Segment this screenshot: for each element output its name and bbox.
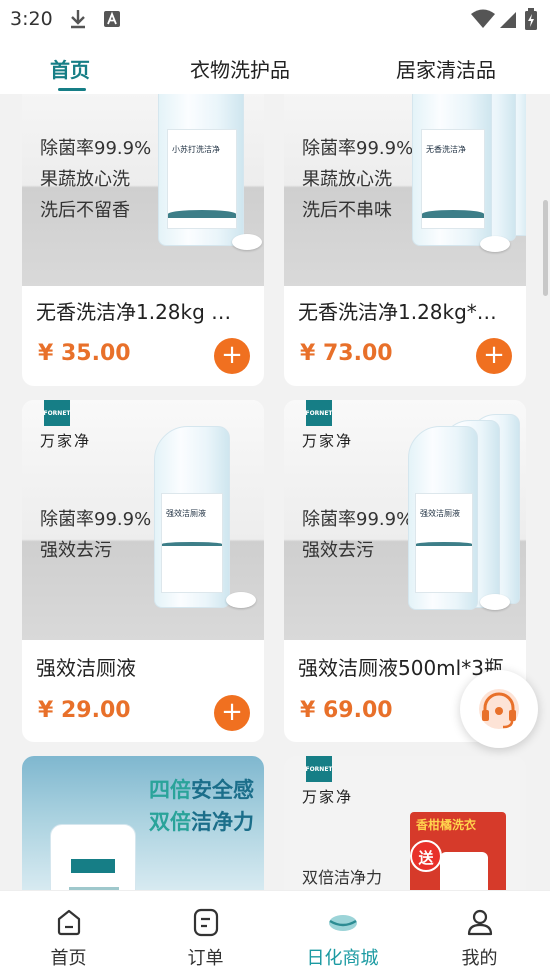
product-image: FORNET 万家净 除菌率99.9% 强效去污 强效洁厕液 — [22, 400, 264, 640]
product-image: FORNET 万家净 除菌率99.9% 强效去污 强效洁厕液 — [284, 400, 526, 640]
add-to-cart-button[interactable]: + — [214, 695, 250, 731]
tab-home-cleaning[interactable]: 居家清洁品 — [396, 54, 496, 83]
cell-signal-icon — [500, 12, 516, 28]
nav-label: 日化商城 — [306, 948, 379, 969]
image-text: 果蔬放心洗 — [40, 169, 130, 190]
wifi-icon — [471, 9, 495, 28]
home-icon — [57, 909, 81, 936]
battery-icon — [525, 8, 537, 30]
brand-logo: FORNET — [43, 400, 71, 426]
promo-line: 四倍安全感 — [149, 778, 254, 802]
tab-clothing-care[interactable]: 衣物洗护品 — [190, 54, 290, 83]
nav-home[interactable]: 首页 — [0, 891, 137, 979]
image-text: 强效去污 — [40, 540, 112, 561]
mall-icon — [329, 915, 357, 931]
flower-image — [480, 594, 510, 610]
nav-orders[interactable]: 订单 — [137, 891, 274, 979]
image-text: 除菌率99.9% — [40, 509, 152, 530]
gift-box-text: 香柑橘洗衣 — [416, 818, 477, 832]
nav-label: 首页 — [50, 948, 87, 969]
brand-logo: FORNET — [305, 756, 333, 782]
image-text: 除菌率99.9% — [40, 138, 152, 159]
product-image: 除菌率99.9% 果蔬放心洗 洗后不留香 小苏打洗洁净 — [22, 94, 264, 286]
nav-profile[interactable]: 我的 — [411, 891, 548, 979]
jug-image — [50, 824, 136, 890]
scrollbar[interactable] — [543, 200, 548, 296]
brand-logo: FORNET — [305, 400, 333, 426]
flower-image — [480, 236, 510, 252]
product-title: 无香洗洁净1.28kg*… — [298, 300, 497, 324]
image-text: 果蔬放心洗 — [302, 169, 392, 190]
product-card[interactable]: 除菌率99.9% 果蔬放心洗 洗后不留香 小苏打洗洁净 无香洗洁净1.28kg … — [22, 94, 264, 386]
image-text: 除菌率99.9% — [302, 138, 414, 159]
product-card[interactable]: 除菌率99.9% 果蔬放心洗 洗后不串味 无香洗洁净 无香洗洁净1.28kg*…… — [284, 94, 526, 386]
add-to-cart-button[interactable]: + — [214, 338, 250, 374]
category-tabs: 首页 衣物洗护品 居家清洁品 — [0, 38, 550, 94]
download-icon — [71, 10, 85, 29]
nav-mall[interactable]: 日化商城 — [274, 891, 411, 979]
image-text: 洗后不留香 — [40, 200, 130, 221]
bottle-image: 强效洁厕液 — [408, 426, 478, 610]
product-price: ¥ 29.00 — [38, 698, 131, 723]
bottom-nav: 首页 订单 日化商城 我的 — [0, 890, 550, 979]
tab-home[interactable]: 首页 — [50, 54, 90, 83]
product-title: 无香洗洁净1.28kg … — [36, 300, 232, 324]
keyboard-a-icon — [104, 11, 120, 27]
bottle-image: 强效洁厕液 — [154, 426, 230, 608]
product-price: ¥ 35.00 — [38, 341, 131, 366]
product-image: 除菌率99.9% 果蔬放心洗 洗后不串味 无香洗洁净 — [284, 94, 526, 286]
product-title: 强效洁厕液 — [36, 656, 136, 680]
gift-badge: 送 — [410, 840, 442, 872]
product-grid[interactable]: 除菌率99.9% 果蔬放心洗 洗后不留香 小苏打洗洁净 无香洗洁净1.28kg … — [0, 94, 550, 890]
profile-icon — [467, 909, 493, 936]
product-price: ¥ 73.00 — [300, 341, 393, 366]
image-text: 强效去污 — [302, 540, 374, 561]
status-bar: 3:20 — [0, 0, 550, 38]
customer-service-button[interactable] — [460, 670, 538, 748]
active-tab-indicator — [58, 88, 86, 91]
image-text: 双倍洁净力 — [302, 868, 383, 887]
product-price: ¥ 69.00 — [300, 698, 393, 723]
status-time: 3:20 — [10, 8, 53, 30]
nav-label: 订单 — [187, 948, 224, 969]
flower-image — [232, 234, 262, 250]
bottle-image: 小苏打洗洁净 — [158, 94, 244, 246]
brand-handwriting: 万家净 — [302, 788, 354, 806]
product-card[interactable]: FORNET 万家净 双倍洁净力 香柑橘洗衣 送 — [284, 756, 526, 890]
brand-handwriting: 万家净 — [40, 432, 92, 450]
image-text: 洗后不串味 — [302, 200, 392, 221]
product-card[interactable]: 四倍安全感 双倍洁净力 — [22, 756, 264, 890]
image-text: 除菌率99.9% — [302, 509, 414, 530]
brand-handwriting: 万家净 — [302, 432, 354, 450]
flower-image — [226, 592, 256, 608]
promo-line: 双倍洁净力 — [149, 810, 254, 834]
nav-label: 我的 — [461, 948, 498, 969]
bottle-image: 无香洗洁净 — [412, 94, 492, 246]
add-to-cart-button[interactable]: + — [476, 338, 512, 374]
product-card[interactable]: FORNET 万家净 除菌率99.9% 强效去污 强效洁厕液 强效洁厕液 ¥ 2… — [22, 400, 264, 742]
order-icon — [193, 908, 219, 937]
headset-icon — [479, 689, 519, 729]
